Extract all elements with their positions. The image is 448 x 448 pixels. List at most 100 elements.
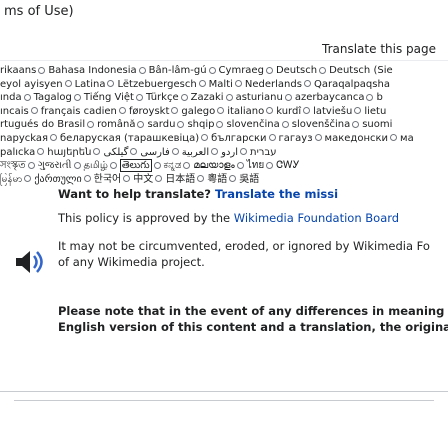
language-radio[interactable] — [198, 80, 206, 88]
language-radio[interactable] — [390, 134, 398, 142]
language-option[interactable]: azerbaycanca — [295, 92, 377, 103]
language-radio[interactable] — [138, 66, 146, 74]
translate-mission-link[interactable]: Translate the missi — [215, 187, 338, 201]
language-option[interactable]: български — [211, 133, 278, 144]
language-option[interactable]: français cadien — [41, 106, 129, 117]
language-radio[interactable] — [118, 107, 126, 115]
language-option[interactable]: shqip — [187, 119, 226, 130]
language-radio[interactable] — [303, 80, 311, 88]
language-option[interactable]: suomi — [362, 119, 392, 130]
language-option[interactable]: 한국어 — [94, 174, 134, 185]
language-radio[interactable] — [137, 120, 145, 128]
language-option[interactable]: palıcka — [0, 147, 47, 158]
language-option[interactable]: Deutsch — [276, 65, 329, 76]
language-radio[interactable] — [303, 107, 311, 115]
language-option[interactable]: ᏣᎳᎩ — [276, 160, 299, 171]
language-option[interactable]: မြန်မာ — [0, 174, 34, 185]
language-option[interactable]: napyckaя — [0, 133, 60, 144]
language-option[interactable]: اردو — [209, 147, 238, 158]
language-radio[interactable] — [236, 161, 244, 169]
language-option[interactable]: Bahasa Indonesia — [48, 65, 148, 76]
language-option[interactable]: সংস্কৃত — [0, 160, 38, 171]
language-option[interactable]: sardu — [147, 119, 187, 130]
language-radio[interactable] — [64, 80, 72, 88]
language-option[interactable]: Qaraqalpaqsha — [314, 79, 390, 90]
language-option[interactable]: ಕನ್ನಡ — [164, 160, 194, 171]
language-radio[interactable] — [211, 148, 219, 156]
language-option[interactable]: Cymraeg — [219, 65, 276, 76]
language-radio[interactable] — [38, 66, 46, 74]
language-option[interactable]: گیلکی — [103, 147, 128, 158]
language-option[interactable]: Tagalog — [34, 92, 84, 103]
language-radio[interactable] — [281, 120, 289, 128]
language-radio[interactable] — [366, 93, 374, 101]
language-option[interactable]: română — [97, 119, 147, 130]
language-radio[interactable] — [93, 148, 101, 156]
language-option[interactable]: ıncais — [0, 106, 41, 117]
language-option[interactable]: Zazaki — [191, 92, 236, 103]
language-radio[interactable] — [171, 148, 179, 156]
language-radio[interactable] — [265, 66, 273, 74]
language-radio[interactable] — [266, 107, 274, 115]
language-option[interactable]: latviešu — [313, 106, 364, 117]
language-option[interactable]: 粵語 — [207, 174, 239, 185]
language-option[interactable]: b — [376, 92, 382, 103]
language-radio[interactable] — [24, 175, 32, 183]
language-radio[interactable] — [183, 161, 191, 169]
language-radio[interactable] — [73, 93, 81, 101]
language-radio[interactable] — [107, 80, 115, 88]
language-radio[interactable] — [177, 120, 185, 128]
language-option[interactable]: lietu — [364, 106, 386, 117]
language-option[interactable]: עברית — [238, 147, 277, 158]
language-option[interactable]: kurdî — [276, 106, 313, 117]
language-radio[interactable] — [201, 134, 209, 142]
language-option[interactable]: rtugués do Brasil — [0, 119, 97, 130]
language-option[interactable]: తెలుగు — [119, 159, 164, 173]
language-radio[interactable] — [50, 134, 57, 142]
language-radio[interactable] — [240, 148, 247, 156]
language-radio[interactable] — [352, 120, 360, 128]
language-option[interactable]: Bân-lâm-gú — [149, 65, 219, 76]
language-option[interactable]: italiano — [227, 106, 276, 117]
language-option[interactable]: slovenščina — [292, 119, 362, 130]
language-radio[interactable] — [83, 175, 91, 183]
language-option[interactable]: தமிழ் — [84, 160, 120, 171]
language-radio[interactable] — [225, 93, 233, 101]
language-option[interactable]: rikaans — [0, 65, 48, 76]
language-radio[interactable] — [109, 161, 117, 169]
language-radio[interactable] — [314, 134, 322, 142]
language-radio[interactable] — [319, 66, 327, 74]
language-radio[interactable] — [30, 107, 38, 115]
language-radio[interactable] — [130, 148, 138, 156]
translate-page-button[interactable]: Translate this page — [322, 42, 436, 56]
language-radio[interactable] — [216, 120, 224, 128]
language-option[interactable]: 吳語 — [239, 174, 259, 185]
language-option[interactable]: ında — [0, 92, 34, 103]
language-option[interactable]: гагауз — [279, 133, 325, 144]
language-radio[interactable] — [234, 80, 242, 88]
language-radio[interactable] — [268, 134, 276, 142]
language-radio[interactable] — [229, 175, 237, 183]
language-radio[interactable] — [354, 107, 362, 115]
language-radio[interactable] — [180, 93, 188, 101]
language-radio[interactable] — [284, 93, 292, 101]
language-radio[interactable] — [197, 175, 205, 183]
language-radio[interactable] — [23, 93, 31, 101]
language-radio[interactable] — [37, 148, 45, 156]
language-option[interactable]: Malti — [209, 79, 245, 90]
language-option[interactable]: македонски — [325, 133, 400, 144]
language-option[interactable]: فارسی — [128, 147, 170, 158]
language-option[interactable]: Lëtzebuergesch — [117, 79, 208, 90]
language-radio[interactable] — [123, 175, 131, 183]
language-option[interactable]: galego — [181, 106, 227, 117]
wikimedia-foundation-board-link[interactable]: Wikimedia Foundation Board — [234, 211, 399, 225]
language-radio[interactable] — [155, 175, 163, 183]
language-option[interactable]: ગુજરાતી — [38, 160, 84, 171]
language-option[interactable]: Deutsch (Sie — [329, 65, 393, 76]
language-radio[interactable] — [208, 66, 216, 74]
language-radio[interactable] — [87, 120, 95, 128]
language-option[interactable]: ქართული — [34, 174, 93, 185]
language-option[interactable]: føroyskt — [129, 106, 182, 117]
language-option[interactable]: беларуская (тарашкевіца) — [60, 133, 211, 144]
language-option[interactable]: հայերեն — [47, 147, 103, 158]
